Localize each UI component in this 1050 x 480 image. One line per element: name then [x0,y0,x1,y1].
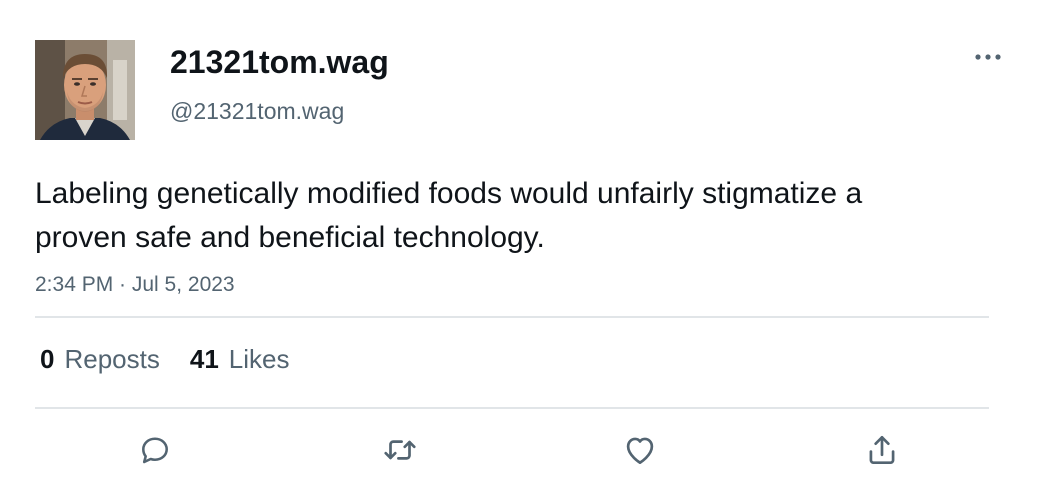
author-handle[interactable]: @21321tom.wag [170,96,344,126]
share-icon [869,435,895,465]
post-card: 21321tom.wag @21321tom.wag Labeling gene… [0,0,1050,480]
post-text: Labeling genetically modified foods woul… [35,177,863,254]
reposts-stat[interactable]: 0 Reposts [40,342,160,376]
likes-count: 41 [189,344,219,374]
divider [35,407,989,409]
like-button[interactable] [620,430,660,470]
more-options-button[interactable] [968,42,1008,72]
author-display-name[interactable]: 21321tom.wag [170,42,389,82]
avatar[interactable] [35,40,135,140]
likes-label: Likes [228,344,290,374]
reposts-label: Reposts [64,344,160,374]
post-timestamp[interactable]: 2:34 PM · Jul 5, 2023 [35,271,235,299]
share-button[interactable] [862,430,902,470]
repost-button[interactable] [380,430,420,470]
more-horizontal-icon [975,54,1001,60]
reposts-count: 0 [40,344,55,374]
avatar-photo [35,40,135,140]
heart-icon [626,437,654,465]
likes-stat[interactable]: 41 Likes [190,342,290,376]
repost-icon [384,440,416,460]
reply-button[interactable] [135,430,175,470]
reply-icon [142,437,168,464]
engagement-stats: 0 Reposts 41 Likes [40,342,289,376]
divider [35,316,989,318]
